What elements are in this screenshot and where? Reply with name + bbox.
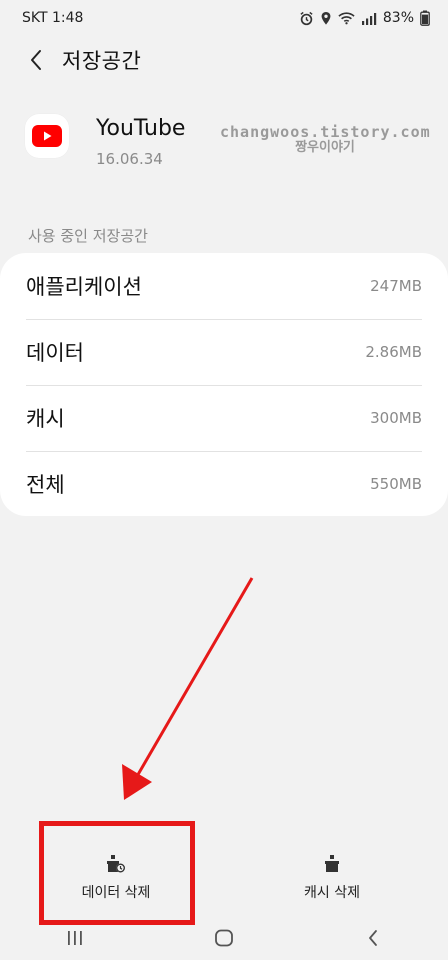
watermark-blog-name: 짱우이야기 [295,140,355,155]
recent-apps-icon [67,931,82,945]
signal-icon [361,12,377,25]
row-label: 데이터 [26,341,84,365]
battery-icon [420,10,430,26]
back-button[interactable] [12,36,60,84]
row-label: 애플리케이션 [26,275,142,299]
chevron-left-icon [31,50,41,70]
back-arrow-icon [369,930,378,946]
status-bar: SKT 1:48 83% [0,0,448,36]
youtube-app-icon [25,114,69,158]
navigation-bar [0,916,448,960]
clear-cache-icon [325,855,339,872]
back-nav-button[interactable] [343,918,403,958]
storage-row-application: 애플리케이션 247MB [26,253,422,319]
delete-data-button[interactable]: 데이터 삭제 [42,845,190,911]
wifi-icon [338,11,355,25]
app-version: 16.06.34 [96,150,163,168]
location-icon [320,11,332,26]
row-value: 2.86MB [365,343,422,361]
clear-data-icon [107,855,125,873]
alarm-icon [299,11,314,26]
delete-cache-button[interactable]: 캐시 삭제 [258,845,406,911]
delete-cache-label: 캐시 삭제 [304,885,360,901]
app-name: YouTube [96,116,186,141]
row-label: 전체 [26,473,65,497]
watermark: changwoos.tistory.com 짱우이야기 [220,124,430,156]
recent-apps-button[interactable] [45,918,105,958]
status-icons: 83% [299,10,430,26]
row-label: 캐시 [26,407,65,431]
page-title: 저장공간 [62,49,142,73]
home-button[interactable] [194,918,254,958]
row-value: 550MB [370,475,422,493]
storage-row-cache: 캐시 300MB [26,385,422,451]
row-value: 300MB [370,409,422,427]
status-carrier-time: SKT 1:48 [22,10,84,26]
storage-row-data: 데이터 2.86MB [26,319,422,385]
section-label: 사용 중인 저장공간 [28,227,148,245]
app-info: YouTube 16.06.34 changwoos.tistory.com 짱… [0,108,448,178]
home-icon [215,929,233,947]
watermark-url: changwoos.tistory.com [220,123,431,141]
storage-card: 애플리케이션 247MB 데이터 2.86MB 캐시 300MB 전체 550M… [0,253,448,516]
app-bar: 저장공간 [0,36,448,84]
battery-text: 83% [382,10,414,26]
delete-data-label: 데이터 삭제 [81,885,151,901]
row-value: 247MB [370,277,422,295]
storage-row-total: 전체 550MB [26,451,422,517]
